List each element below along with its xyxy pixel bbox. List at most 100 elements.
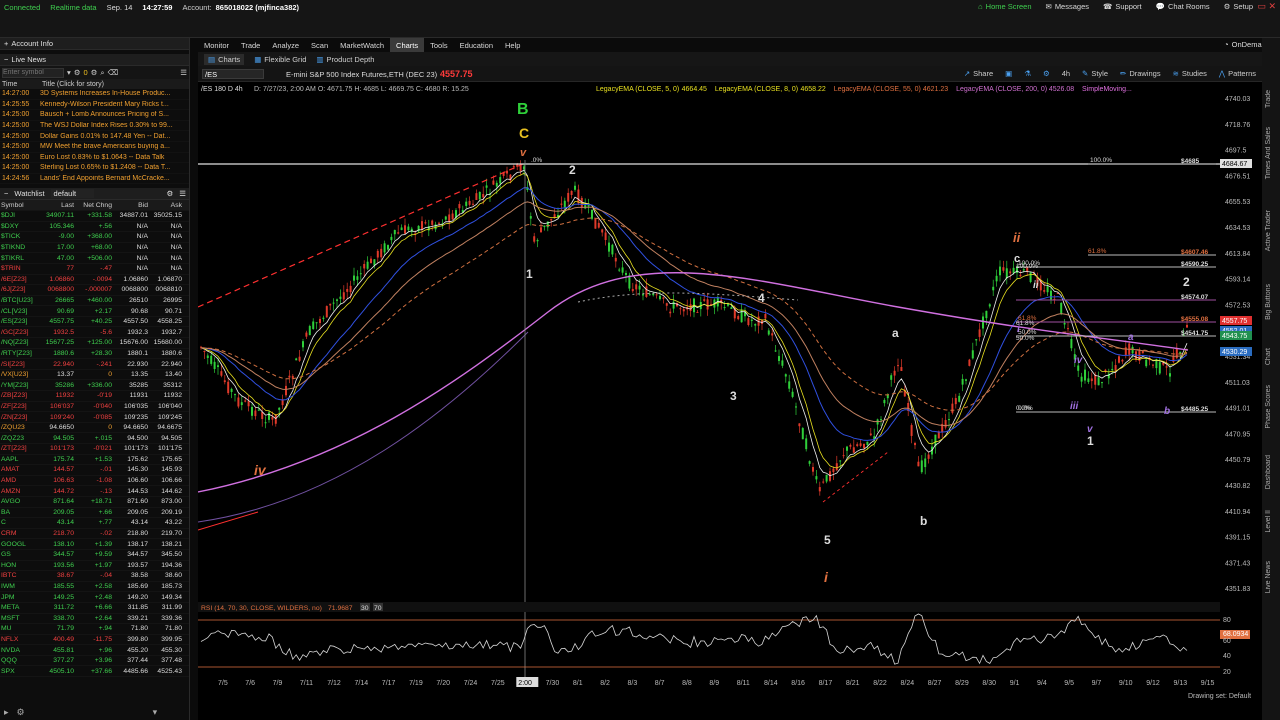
menu-icon[interactable]: ☰ [180, 68, 187, 77]
watchlist-row[interactable]: /YM[Z23] 35286 +336.00 35285 35312 [0, 380, 189, 392]
product-depth-tab[interactable]: ▥ Product Depth [316, 55, 374, 64]
symbol-input[interactable]: /ES [202, 69, 264, 79]
messages-button[interactable]: ✉ Messages [1039, 2, 1096, 11]
layout-icon[interactable]: ▣ [1005, 69, 1012, 78]
home-screen-button[interactable]: ⌂ Home Screen [971, 2, 1038, 11]
watchlist-header[interactable]: − Watchlist default ⚙ ☰ [0, 188, 189, 201]
news-time-header[interactable]: Time [0, 81, 42, 88]
tab-education[interactable]: Education [454, 38, 499, 52]
watchlist-row[interactable]: /ZB[Z23] 11932 -0'19 11931 11932 [0, 391, 189, 402]
menu-icon[interactable]: ☰ [179, 189, 189, 198]
watchlist-row[interactable]: /ZF[Z23] 106'037 -0'040 106'035 106'040 [0, 402, 189, 413]
news-item[interactable]: 14:25:00 Euro Lost 0.83% to $1.0643 -- Da… [0, 153, 189, 164]
col-net-chng[interactable]: Net Chng [74, 202, 112, 209]
drawings-button[interactable]: ✏ Drawings [1120, 69, 1161, 78]
chat-rooms-button[interactable]: 💬 Chat Rooms [1149, 2, 1217, 11]
news-item[interactable]: 14:25:00 The WSJ Dollar Index Rises 0.30%… [0, 121, 189, 132]
charts-tab[interactable]: ▤ Charts [204, 53, 245, 65]
price-axis[interactable]: 4740.03 4718.76 4697.5 4676.51 4655.53 4634.5… [1220, 82, 1262, 682]
side-tab-chart[interactable]: Chart [1265, 348, 1272, 365]
side-tab-times-and-sales[interactable]: Times And Sales [1265, 127, 1272, 179]
side-tab-active-trader[interactable]: Active Trader [1265, 210, 1272, 251]
news-item[interactable]: 14:27:00 3D Systems Increases In-House Pr… [0, 89, 189, 100]
col-symbol[interactable]: Symbol [0, 202, 40, 209]
col-bid[interactable]: Bid [112, 202, 148, 209]
watchlist-select[interactable]: default [50, 189, 95, 199]
watchlist-row[interactable]: SPX 4505.10 +37.66 4485.66 4525.43 [0, 666, 189, 678]
watchlist-row[interactable]: GS 344.57 +9.59 344.57 345.50 [0, 550, 189, 561]
watchlist-row[interactable]: AAPL 175.74 +1.53 175.62 175.65 [0, 455, 189, 466]
support-button[interactable]: ☎ Support [1096, 2, 1149, 11]
watchlist-row[interactable]: AVGO 871.64 +18.71 871.60 873.00 [0, 497, 189, 508]
gear-icon[interactable]: ⚙ [17, 707, 25, 718]
side-tab-level-ii[interactable]: Level II [1265, 510, 1272, 533]
watchlist-row[interactable]: $TRIN 77 -.47 N/A N/A [0, 264, 189, 275]
side-tab-phase-scores[interactable]: Phase Scores [1265, 385, 1272, 429]
tab-help[interactable]: Help [499, 38, 526, 52]
setup-button[interactable]: ⚙ Setup [1217, 2, 1260, 11]
watchlist-row[interactable]: $DXY 105.346 +.56 N/A N/A [0, 222, 189, 233]
share-button[interactable]: ↗ Share [964, 69, 993, 78]
news-symbol-input[interactable] [2, 67, 64, 78]
tab-scan[interactable]: Scan [305, 38, 334, 52]
news-item[interactable]: 14:25:00 MW Meet the brave Americans buyi… [0, 142, 189, 153]
tab-charts[interactable]: Charts [390, 38, 425, 52]
side-tab-live-news[interactable]: Live News [1265, 561, 1272, 593]
side-tab-trade[interactable]: Trade [1265, 90, 1272, 108]
chevron-left-icon[interactable]: ▸ [4, 707, 9, 718]
account-id[interactable]: 865018022 (mjfinca382) [216, 3, 299, 12]
watchlist-row[interactable]: /ZN[Z23] 109'240 -0'085 109'235 109'245 [0, 412, 189, 423]
settings-icon[interactable]: ⚙ [91, 68, 98, 77]
watchlist-row[interactable]: $TIKRL 47.00 +506.00 N/A N/A [0, 253, 189, 264]
watchlist-row[interactable]: /BTC[U23] 26665 +460.00 26510 26995 [0, 296, 189, 307]
watchlist-row[interactable]: IBTC 38.67 -.04 38.58 38.60 [0, 571, 189, 582]
news-title-header[interactable]: Title (Click for story) [42, 81, 104, 88]
watchlist-row[interactable]: $TIKND 17.00 +68.00 N/A N/A [0, 243, 189, 254]
tag-icon[interactable]: ⌫ [108, 68, 119, 77]
live-news-header[interactable]: − Live News [0, 54, 189, 66]
news-item[interactable]: 14:25:00 Dollar Gains 0.01% to 147.48 Yen… [0, 131, 189, 142]
side-tab-dashboard[interactable]: Dashboard [1265, 455, 1272, 489]
watchlist-row[interactable]: /VX[U23] 13.37 0 13.35 13.40 [0, 370, 189, 381]
col-last[interactable]: Last [40, 202, 74, 209]
watchlist-row[interactable]: $TICK -9.00 +368.00 N/A N/A [0, 232, 189, 243]
tab-analyze[interactable]: Analyze [266, 38, 305, 52]
tab-trade[interactable]: Trade [235, 38, 266, 52]
news-item[interactable]: 14:25:00 Bausch + Lomb Announces Pricing … [0, 110, 189, 121]
gear-icon[interactable]: ⚙ [167, 189, 174, 198]
watchlist-row[interactable]: JPM 149.25 +2.48 149.20 149.34 [0, 592, 189, 603]
watchlist-row[interactable]: QQQ 377.27 +3.96 377.44 377.48 [0, 656, 189, 667]
watchlist-row[interactable]: AMAT 144.57 -.01 145.30 145.93 [0, 465, 189, 476]
gear-icon[interactable]: ⚙ [74, 68, 81, 77]
patterns-button[interactable]: ⋀ Patterns [1219, 69, 1256, 78]
watchlist-row[interactable]: /6J[Z23] 0068800 -.000007 0068800 0068810 [0, 285, 189, 296]
studies-button[interactable]: ≋ Studies [1173, 69, 1207, 78]
watchlist-row[interactable]: GOOGL 138.10 +1.39 138.17 138.21 [0, 539, 189, 550]
tab-monitor[interactable]: Monitor [198, 38, 235, 52]
style-button[interactable]: ✎ Style [1082, 69, 1108, 78]
price-chart[interactable]: /ES 180 D 4h D: 7/27/23, 2:00 AM O: 4671.… [198, 82, 1262, 720]
watchlist-row[interactable]: C 43.14 +.77 43.14 43.22 [0, 518, 189, 529]
watchlist-row[interactable]: /6E[Z23] 1.06860 -.0094 1.06860 1.06870 [0, 275, 189, 286]
watchlist-row[interactable]: /CL[V23] 90.69 +2.17 90.68 90.71 [0, 306, 189, 317]
watchlist-row[interactable]: /SI[Z23] 22.940 -.241 22.930 22.940 [0, 359, 189, 370]
watchlist-row[interactable]: /NQ[Z23] 15677.25 +125.00 15676.00 15680.00 [0, 338, 189, 349]
watchlist-row[interactable]: $DJI 34907.11 +331.58 34887.01 35025.15 [0, 211, 189, 222]
watchlist-row[interactable]: NFLX 400.49 -11.75 399.80 399.95 [0, 635, 189, 646]
watchlist-row[interactable]: /GC[Z23] 1932.5 -5.6 1932.3 1932.7 [0, 327, 189, 339]
gear-icon[interactable]: ⚙ [1043, 69, 1050, 78]
col-ask[interactable]: Ask [148, 202, 184, 209]
dropdown-icon[interactable]: ▾ [67, 68, 71, 77]
flask-icon[interactable]: ⚗ [1024, 69, 1031, 78]
tab-tools[interactable]: Tools [424, 38, 454, 52]
search-icon[interactable]: ⌕ [100, 68, 104, 78]
watchlist-row[interactable]: /RTY[Z23] 1880.6 +28.30 1880.1 1880.6 [0, 349, 189, 360]
news-item[interactable]: 14:25:00 Sterling Lost 0.65% to $1.2408 -… [0, 163, 189, 174]
watchlist-row[interactable]: BA 209.05 +.66 209.05 209.19 [0, 508, 189, 519]
watchlist-row[interactable]: /ZT[Z23] 101'173 -0'021 101'173 101'175 [0, 444, 189, 455]
watchlist-row[interactable]: MU 71.79 +.94 71.80 71.80 [0, 624, 189, 635]
watchlist-row[interactable]: /ZQU23 94.6650 0 94.6650 94.6675 [0, 423, 189, 434]
news-item[interactable]: 14:25:55 Kennedy-Wilson President Mary Ri… [0, 100, 189, 111]
side-tab-big-buttons[interactable]: Big Buttons [1265, 284, 1272, 320]
flexible-grid-tab[interactable]: ▦ Flexible Grid [254, 55, 306, 64]
